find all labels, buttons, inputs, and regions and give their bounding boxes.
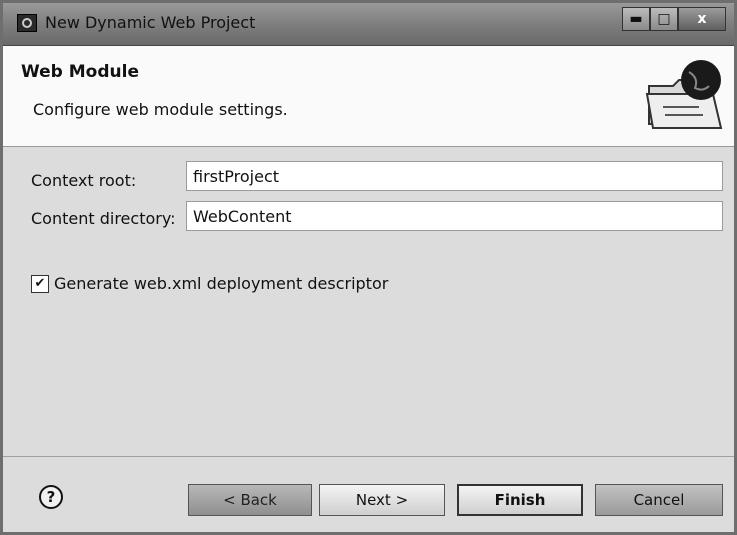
window-controls: ▬ □ x xyxy=(622,7,726,33)
minimize-icon: ▬ xyxy=(629,11,643,27)
cancel-button[interactable]: Cancel xyxy=(595,484,723,516)
close-button[interactable]: x xyxy=(678,7,726,31)
content-directory-label: Content directory: xyxy=(31,209,176,228)
web-folder-globe-icon xyxy=(645,60,723,129)
generate-xml-label: Generate web.xml deployment descriptor xyxy=(54,274,389,293)
context-root-label: Context root: xyxy=(31,171,137,190)
context-root-input[interactable] xyxy=(186,161,723,191)
content-directory-input[interactable] xyxy=(186,201,723,231)
generate-xml-checkbox[interactable]: ✔ xyxy=(31,274,49,293)
checkmark-icon: ✔ xyxy=(34,276,46,291)
page-title: Web Module xyxy=(21,62,139,82)
page-description: Configure web module settings. xyxy=(33,100,288,119)
eclipse-app-icon xyxy=(17,14,37,32)
back-button[interactable]: < Back xyxy=(188,484,312,516)
wizard-window: New Dynamic Web Project ▬ □ x Web Module… xyxy=(0,0,737,535)
footer-divider xyxy=(3,456,734,457)
title-bar[interactable]: New Dynamic Web Project ▬ □ x xyxy=(3,3,734,46)
maximize-icon: □ xyxy=(657,11,671,27)
finish-button[interactable]: Finish xyxy=(457,484,583,516)
help-icon[interactable]: ? xyxy=(39,485,63,509)
next-button[interactable]: Next > xyxy=(319,484,445,516)
generate-xml-option[interactable]: ✔ Generate web.xml deployment descriptor xyxy=(31,274,388,293)
wizard-header: Web Module Configure web module settings… xyxy=(3,46,734,147)
window-title: New Dynamic Web Project xyxy=(45,13,256,32)
minimize-button[interactable]: ▬ xyxy=(622,7,650,31)
close-icon: x xyxy=(697,11,707,27)
maximize-button[interactable]: □ xyxy=(650,7,678,31)
